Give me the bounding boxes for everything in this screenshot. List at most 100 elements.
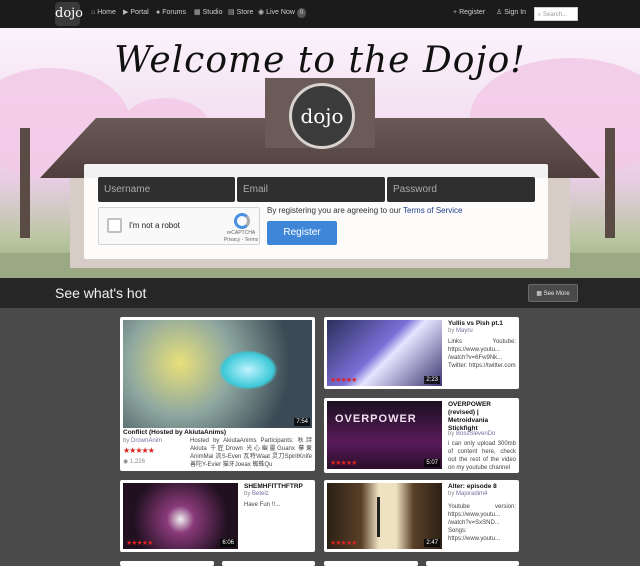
register-button[interactable]: Register bbox=[267, 221, 337, 245]
hot-section-title: See what's hot bbox=[55, 285, 147, 301]
video-duration: 7:54 bbox=[294, 418, 310, 426]
user-icon: ♙ bbox=[496, 9, 503, 16]
rating-stars: ★★★★★ bbox=[330, 540, 357, 547]
recaptcha-checkbox[interactable] bbox=[107, 218, 122, 233]
thumbnail-text: OVERPOWER bbox=[335, 413, 417, 425]
video-card-partial[interactable] bbox=[324, 561, 418, 566]
grid-icon: ▦ bbox=[536, 291, 542, 297]
video-card-overpower[interactable]: OVERPOWER ★★★★★ 5:07 OVERPOWER (revised)… bbox=[324, 398, 519, 473]
author-link[interactable]: DrownAnim bbox=[131, 438, 162, 444]
hero-title: Welcome to the Dojo! bbox=[114, 40, 526, 81]
tos-text: By registering you are agreeing to our T… bbox=[267, 206, 463, 215]
nav-studio[interactable]: ▦ Studio bbox=[194, 8, 222, 18]
dojo-emblem: dojo bbox=[289, 83, 355, 149]
video-description: Youtube version: https://www.youtu... /w… bbox=[448, 504, 516, 542]
username-field[interactable]: Username bbox=[98, 177, 235, 202]
video-author: by DrownAnim bbox=[123, 437, 162, 445]
nav-forums-label: Forums bbox=[162, 9, 186, 16]
by-label: by bbox=[448, 328, 455, 334]
tos-prefix: By registering you are agreeing to our bbox=[267, 206, 403, 215]
video-author: by Mayru bbox=[448, 327, 473, 335]
video-title[interactable]: Conflict (Hosted by AkiutaAnims) bbox=[123, 429, 313, 437]
author-link[interactable]: Majoradim4 bbox=[456, 491, 487, 497]
live-icon: ◉ bbox=[258, 9, 265, 16]
password-field[interactable]: Password bbox=[387, 177, 535, 202]
video-duration: 2:23 bbox=[424, 376, 440, 384]
recaptcha-links[interactable]: Privacy - Terms bbox=[224, 237, 258, 243]
video-card-yullis[interactable]: ★★★★★ 2:23 Yullis vs Pish pt.1 by Mayru … bbox=[324, 317, 519, 389]
see-more-label: See More bbox=[543, 291, 570, 297]
rating-stars: ★★★★★ bbox=[123, 446, 155, 455]
nav-store-label: Store bbox=[236, 9, 254, 16]
plus-icon: + bbox=[453, 9, 458, 16]
view-count-value: 1,226 bbox=[129, 459, 145, 465]
nav-studio-label: Studio bbox=[202, 9, 223, 16]
thumbnail-figure bbox=[377, 497, 380, 537]
nav-live-label: Live Now bbox=[266, 9, 295, 16]
nav-home[interactable]: ⌂ Home bbox=[91, 8, 116, 18]
home-icon: ⌂ bbox=[91, 9, 96, 16]
thumbnail-figure bbox=[218, 350, 278, 390]
video-description: Links Youtube: https://www.youtu... /wat… bbox=[448, 339, 516, 369]
register-link[interactable]: + Register bbox=[453, 8, 485, 18]
recaptcha-icon bbox=[234, 213, 250, 229]
video-card-partial[interactable] bbox=[222, 561, 315, 566]
recaptcha-brand: reCAPTCHA Privacy - Terms bbox=[221, 230, 261, 244]
video-title[interactable]: OVERPOWER (revised) | Metroidvania Stick… bbox=[448, 401, 516, 433]
video-card-partial[interactable] bbox=[120, 561, 214, 566]
by-label: by bbox=[123, 438, 130, 444]
tos-link[interactable]: Terms of Service bbox=[403, 206, 463, 215]
comments-icon: ● bbox=[156, 9, 161, 16]
site-logo[interactable]: dojo bbox=[55, 2, 83, 26]
search-icon: ⌕ bbox=[538, 12, 542, 18]
recaptcha-widget: I'm not a robot reCAPTCHA Privacy - Terms bbox=[98, 207, 260, 245]
video-card-partial[interactable] bbox=[426, 561, 519, 566]
video-thumbnail[interactable]: ★★★★★ 2:47 bbox=[327, 483, 442, 549]
rating-stars: ★★★★★ bbox=[126, 540, 153, 547]
video-thumbnail[interactable]: 7:54 bbox=[123, 320, 312, 428]
author-link[interactable]: Mayru bbox=[456, 328, 473, 334]
see-more-button[interactable]: ▦ See More bbox=[528, 284, 578, 302]
video-duration: 2:47 bbox=[424, 539, 440, 547]
view-count: ◉ 1,226 bbox=[123, 458, 145, 465]
store-icon: ▤ bbox=[228, 9, 235, 16]
video-description: Hosted by AkiutaAnims Participants: 秋詩Ak… bbox=[190, 438, 312, 468]
live-count-badge: 0 bbox=[296, 8, 307, 18]
rating-stars: ★★★★★ bbox=[330, 460, 357, 467]
video-thumbnail[interactable]: ★★★★★ 6:06 bbox=[123, 483, 238, 549]
search-input[interactable]: ⌕ Search... bbox=[534, 7, 578, 21]
eye-icon: ◉ bbox=[123, 459, 129, 465]
studio-icon: ▦ bbox=[194, 9, 201, 16]
tree-trunk-left bbox=[20, 128, 30, 238]
video-thumbnail[interactable]: ★★★★★ 2:23 bbox=[327, 320, 442, 386]
recaptcha-label: I'm not a robot bbox=[129, 221, 180, 230]
rating-stars: ★★★★★ bbox=[330, 377, 357, 384]
video-card-conflict[interactable]: 7:54 Conflict (Hosted by AkiutaAnims) by… bbox=[120, 317, 315, 471]
author-link[interactable]: BossSlevenDo bbox=[456, 431, 495, 437]
video-description: i can only upload 300mb of content here,… bbox=[448, 441, 516, 471]
by-label: by bbox=[448, 491, 455, 497]
video-author: by Majoradim4 bbox=[448, 490, 487, 498]
nav-live-now[interactable]: ◉ Live Now 0 bbox=[258, 8, 307, 18]
video-author: by BossSlevenDo bbox=[448, 430, 495, 438]
signin-link[interactable]: ♙ Sign In bbox=[496, 8, 526, 18]
by-label: by bbox=[448, 431, 455, 437]
video-description: Have Fun !!... bbox=[244, 502, 281, 508]
by-label: by bbox=[244, 491, 251, 497]
video-card-alter[interactable]: ★★★★★ 2:47 Alter: episode 8 by Majoradim… bbox=[324, 480, 519, 552]
email-field[interactable]: Email bbox=[237, 177, 385, 202]
nav-portal[interactable]: ▶ Portal bbox=[123, 8, 149, 18]
video-thumbnail[interactable]: OVERPOWER ★★★★★ 5:07 bbox=[327, 401, 442, 469]
video-duration: 6:06 bbox=[220, 539, 236, 547]
search-placeholder: Search bbox=[543, 12, 563, 18]
video-duration: 5:07 bbox=[424, 459, 440, 467]
nav-portal-label: Portal bbox=[130, 9, 149, 16]
author-link[interactable]: Betelz bbox=[252, 491, 269, 497]
nav-forums[interactable]: ● Forums bbox=[156, 8, 186, 18]
video-author: by Betelz bbox=[244, 490, 269, 498]
tree-trunk-right bbox=[605, 128, 615, 238]
nav-store[interactable]: ▤ Store bbox=[228, 8, 253, 18]
video-card-shemh[interactable]: ★★★★★ 6:06 SHEMHFITTHFTRP by Betelz Have… bbox=[120, 480, 315, 552]
register-link-label: Register bbox=[459, 9, 486, 16]
recaptcha-brand-text: reCAPTCHA bbox=[226, 230, 256, 236]
